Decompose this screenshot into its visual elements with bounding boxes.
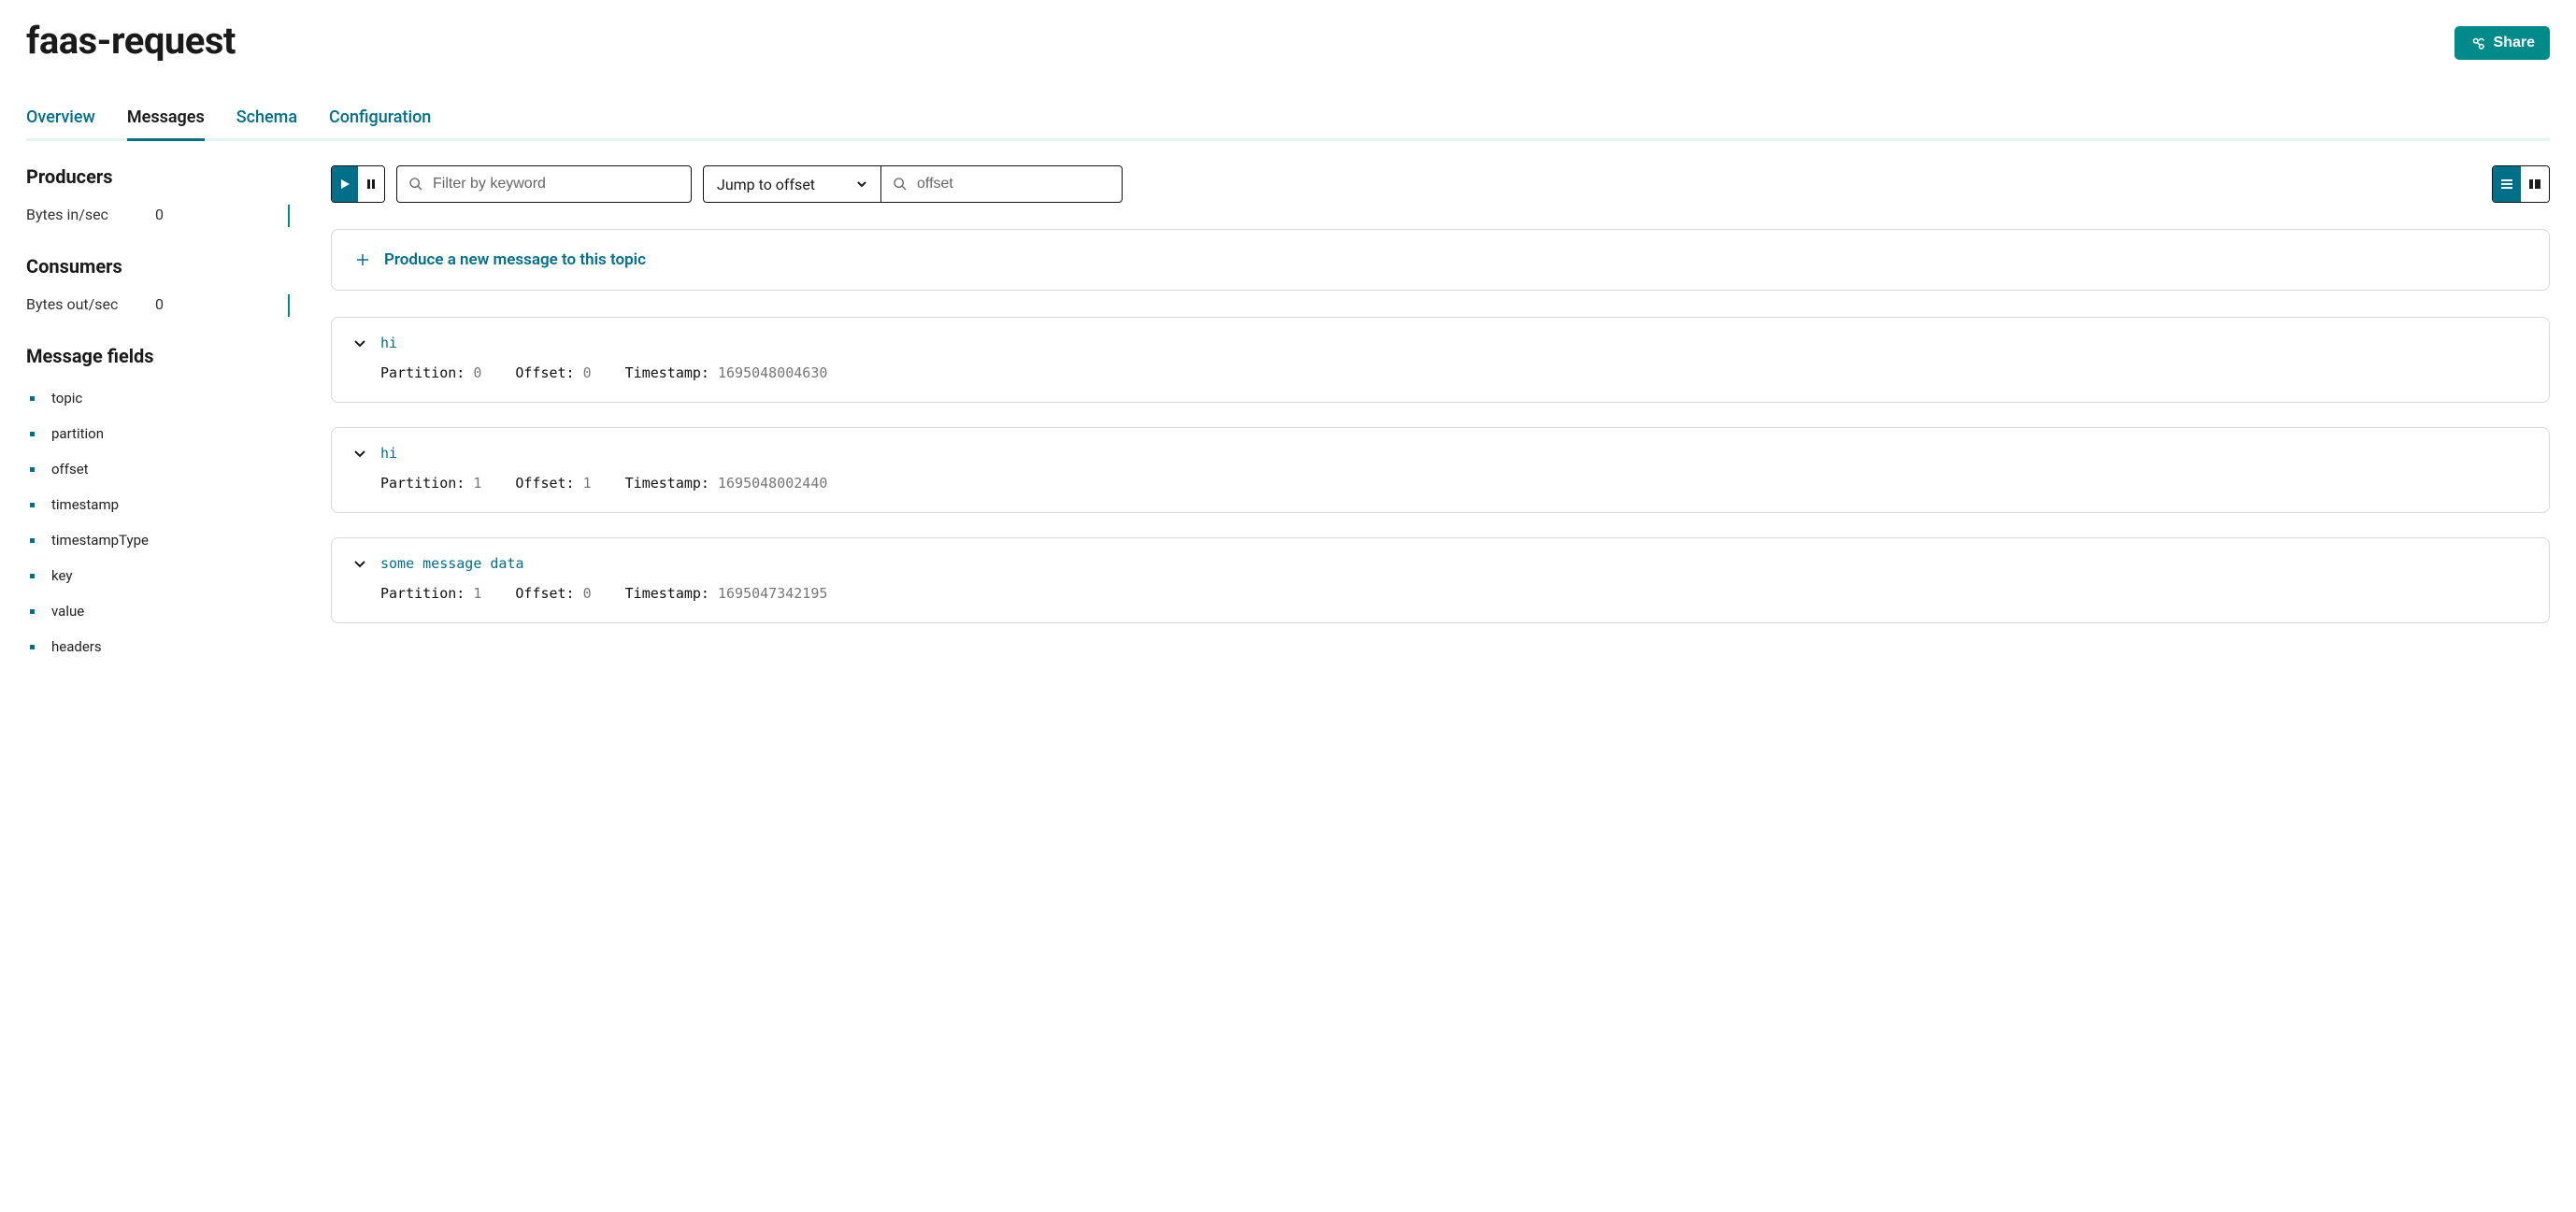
message-fields-heading: Message fields — [26, 345, 297, 367]
bytes-out-value: 0 — [155, 295, 193, 313]
share-label: Share — [2494, 35, 2535, 51]
offset-wrapper — [881, 166, 1122, 202]
producers-metric: Bytes in/sec 0 — [26, 201, 297, 227]
filter-wrapper — [396, 165, 692, 203]
offset-field: Offset: 1 — [515, 475, 591, 492]
pause-button[interactable] — [358, 166, 384, 202]
sidebar: Producers Bytes in/sec 0 Consumers Bytes… — [26, 165, 297, 692]
messages-container: hi Partition: 0 Offset: 0 Timestamp: 169… — [331, 317, 2550, 623]
chevron-down-icon[interactable] — [352, 556, 367, 571]
partition-field: Partition: 1 — [380, 475, 481, 492]
message-card: hi Partition: 0 Offset: 0 Timestamp: 169… — [331, 317, 2550, 403]
field-item[interactable]: partition — [30, 416, 297, 451]
field-item[interactable]: topic — [30, 380, 297, 416]
share-button[interactable]: Share — [2454, 26, 2550, 60]
partition-field: Partition: 0 — [380, 364, 481, 381]
produce-label: Produce a new message to this topic — [384, 250, 646, 269]
offset-input[interactable] — [917, 176, 1110, 192]
chevron-down-icon — [856, 178, 867, 190]
bytes-out-label: Bytes out/sec — [26, 295, 155, 313]
pause-icon — [365, 178, 377, 190]
jump-label: Jump to offset — [717, 176, 815, 193]
chevron-down-icon[interactable] — [352, 446, 367, 461]
main: Jump to offset Produce a new message — [331, 165, 2550, 692]
split-icon — [2527, 177, 2542, 192]
field-item[interactable]: offset — [30, 451, 297, 487]
toolbar: Jump to offset — [331, 165, 2550, 203]
tab-configuration[interactable]: Configuration — [329, 100, 431, 138]
offset-field: Offset: 0 — [515, 585, 591, 602]
timestamp-field: Timestamp: 1695047342195 — [625, 585, 828, 602]
field-item[interactable]: key — [30, 558, 297, 593]
tab-messages[interactable]: Messages — [127, 100, 205, 138]
page-title: faas-request — [26, 19, 236, 63]
offset-field: Offset: 0 — [515, 364, 591, 381]
message-card: hi Partition: 1 Offset: 1 Timestamp: 169… — [331, 427, 2550, 513]
view-list-button[interactable] — [2493, 166, 2521, 202]
plus-icon — [354, 251, 371, 268]
play-button[interactable] — [332, 166, 358, 202]
consumers-heading: Consumers — [26, 255, 297, 278]
produce-message-button[interactable]: Produce a new message to this topic — [331, 229, 2550, 291]
tab-overview[interactable]: Overview — [26, 100, 95, 138]
search-icon — [408, 177, 423, 192]
field-list: topicpartitionoffsettimestamptimestampTy… — [26, 380, 297, 664]
search-icon — [893, 177, 908, 192]
jump-select[interactable]: Jump to offset — [704, 166, 881, 202]
view-split-button[interactable] — [2521, 166, 2549, 202]
chevron-down-icon[interactable] — [352, 335, 367, 350]
jump-group: Jump to offset — [703, 165, 1123, 203]
consumers-metric: Bytes out/sec 0 — [26, 291, 297, 317]
message-title: hi — [380, 335, 397, 351]
play-icon — [339, 178, 351, 190]
message-meta: Partition: 1 Offset: 1 Timestamp: 169504… — [352, 475, 2528, 492]
share-icon — [2469, 35, 2486, 51]
timestamp-field: Timestamp: 1695048002440 — [625, 475, 828, 492]
field-item[interactable]: timestamp — [30, 487, 297, 522]
filter-input[interactable] — [433, 176, 680, 192]
timestamp-field: Timestamp: 1695048004630 — [625, 364, 828, 381]
tabs: Overview Messages Schema Configuration — [26, 100, 2550, 141]
view-toggle — [2492, 165, 2550, 203]
field-item[interactable]: headers — [30, 629, 297, 664]
message-card: some message data Partition: 1 Offset: 0… — [331, 537, 2550, 623]
producers-heading: Producers — [26, 165, 297, 188]
field-item[interactable]: value — [30, 593, 297, 629]
bytes-in-value: 0 — [155, 206, 193, 223]
field-item[interactable]: timestampType — [30, 522, 297, 558]
consumers-spark-icon — [288, 294, 297, 317]
play-pause-group — [331, 165, 385, 203]
message-title: some message data — [380, 555, 524, 572]
message-meta: Partition: 0 Offset: 0 Timestamp: 169504… — [352, 364, 2528, 381]
bytes-in-label: Bytes in/sec — [26, 206, 155, 223]
list-icon — [2499, 177, 2514, 192]
producers-spark-icon — [288, 205, 297, 227]
message-title: hi — [380, 445, 397, 462]
message-meta: Partition: 1 Offset: 0 Timestamp: 169504… — [352, 585, 2528, 602]
tab-schema[interactable]: Schema — [236, 100, 297, 138]
partition-field: Partition: 1 — [380, 585, 481, 602]
